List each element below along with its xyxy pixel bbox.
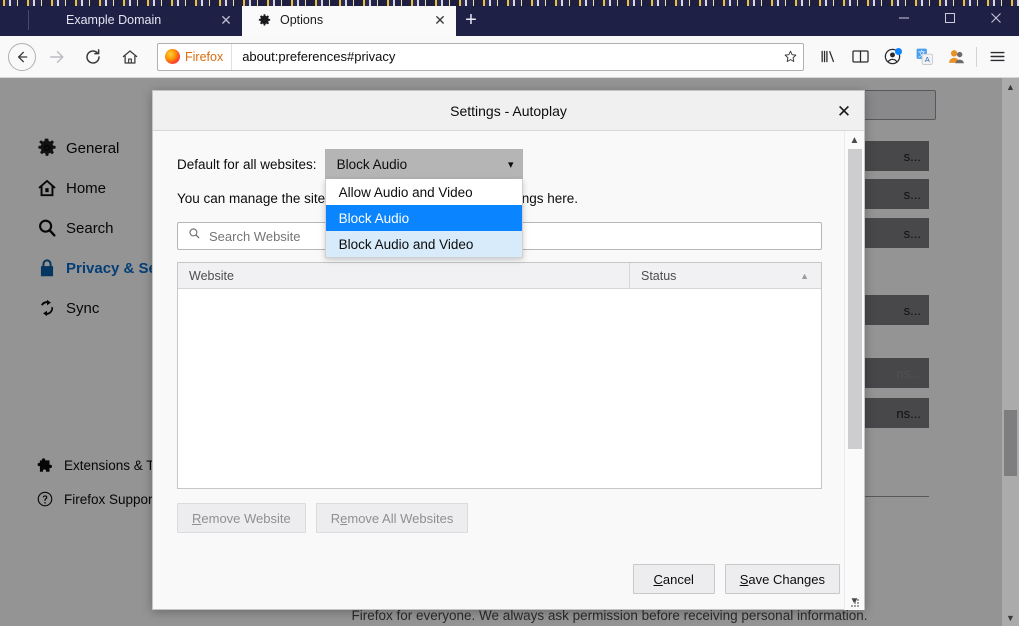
save-changes-button[interactable]: Save Changes [724,564,840,594]
close-icon[interactable]: ✕ [216,10,236,30]
sidebar-icon[interactable] [844,40,876,74]
dialog-footer: Cancel Save Changes [632,564,840,594]
remove-all-websites-button[interactable]: Remove All Websites [315,503,469,533]
url-bar[interactable]: Firefox about:preferences#privacy [157,42,804,71]
account-notification-badge [895,47,902,55]
url-input[interactable]: about:preferences#privacy [232,49,777,64]
tab-label: Options [280,13,324,27]
dialog-scroll-up-arrow[interactable]: ▲ [845,131,864,149]
dropdown-option-allow-audio-and-video[interactable]: Allow Audio and Video [326,179,522,205]
websites-table: Website Status ▲ [177,262,822,489]
column-header-status[interactable]: Status ▲ [630,263,821,288]
back-button[interactable] [8,42,36,71]
forward-button [39,40,73,74]
table-header: Website Status ▲ [178,263,821,289]
dialog-title: Settings - Autoplay [450,102,567,119]
dropdown-option-block-audio[interactable]: Block Audio [325,205,522,231]
column-header-status-label: Status [641,268,677,283]
identity-label: Firefox [185,49,224,64]
default-for-all-websites-label: Default for all websites: [177,156,317,172]
remove-website-button[interactable]: Remove Website [177,503,306,533]
column-header-website[interactable]: Website [178,263,630,288]
scroll-up-arrow[interactable]: ▲ [1002,78,1019,95]
extension-user-icon[interactable] [940,40,972,74]
search-placeholder: Search Website [209,228,301,244]
page-scrollbar[interactable]: ▲ ▼ [1002,78,1019,626]
gear-icon [256,12,272,28]
tabstrip: Example Domain ✕ Options ✕ + [28,4,486,36]
new-tab-button[interactable]: + [456,4,486,36]
home-button[interactable] [113,40,147,74]
reload-button[interactable] [76,40,110,74]
dialog-scroll-thumb[interactable] [848,149,862,449]
autoplay-settings-dialog: Settings - Autoplay ✕ Default for all we… [152,90,865,610]
tab-options[interactable]: Options ✕ [242,4,456,36]
browser-window: General Home Search Privacy & Security S… [0,0,1019,626]
dropdown-value: Block Audio [336,156,408,172]
close-icon[interactable]: ✕ [430,10,450,30]
resize-grip-icon[interactable] [849,596,861,608]
toolbar-separator [976,46,977,67]
close-icon[interactable]: ✕ [830,97,858,125]
remove-buttons-row: Remove Website Remove All Websites [177,503,836,533]
default-setting-row: Default for all websites: Block Audio ▾ … [153,131,836,258]
dropdown-option-block-audio-and-video[interactable]: Block Audio and Video [325,231,522,257]
dropdown-button[interactable]: Block Audio ▾ [324,149,523,179]
tab-label: Example Domain [66,13,162,27]
sort-ascending-icon: ▲ [800,270,809,281]
svg-text:A: A [924,55,929,64]
scroll-down-arrow[interactable]: ▼ [1002,609,1019,626]
extension-translate-icon[interactable]: 文A [908,40,940,74]
dialog-titlebar: Settings - Autoplay ✕ [153,91,864,131]
theme-persona-strip [0,0,1019,6]
library-icon[interactable] [812,40,844,74]
cancel-button[interactable]: Cancel [632,564,715,594]
autoplay-default-dropdown[interactable]: Block Audio ▾ Allow Audio and Video Bloc… [324,149,523,258]
account-icon[interactable] [876,40,908,74]
toolbar-icons: 文A [812,40,1019,74]
bookmark-star-icon[interactable] [777,49,803,64]
page-favicon [42,12,58,28]
dropdown-options-list: Allow Audio and Video Block Audio Block … [324,179,523,258]
menu-icon[interactable] [981,40,1013,74]
tab-example-domain[interactable]: Example Domain ✕ [28,4,242,36]
dialog-scrollbar[interactable]: ▲ ▼ [844,131,864,610]
navigation-toolbar: Firefox about:preferences#privacy 文A [0,36,1019,78]
firefox-logo-icon [165,49,180,64]
dialog-body: Default for all websites: Block Audio ▾ … [153,131,864,610]
chevron-down-icon: ▾ [508,158,514,171]
scroll-thumb[interactable] [1004,410,1017,476]
identity-box[interactable]: Firefox [158,43,233,70]
search-icon [188,227,201,245]
